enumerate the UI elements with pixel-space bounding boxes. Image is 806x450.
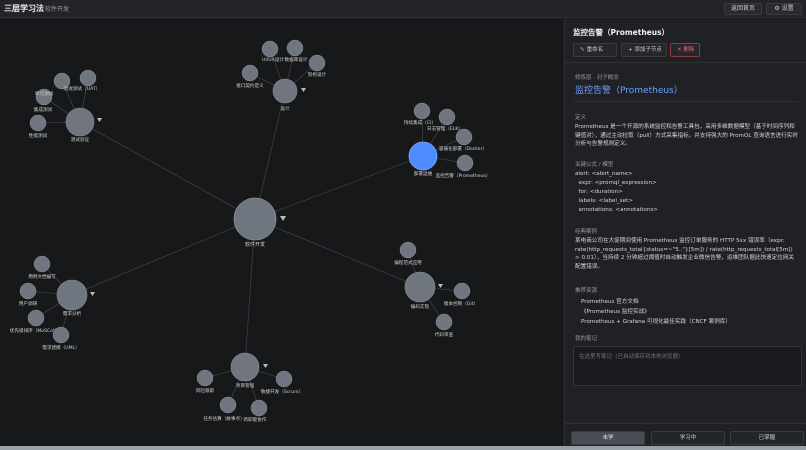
- svg-text:验收测试（UAT）: 验收测试（UAT）: [64, 85, 101, 92]
- delete-button[interactable]: ✕ 删除: [670, 43, 700, 57]
- graph-node-leaf[interactable]: 编程范式应用: [394, 241, 422, 266]
- svg-text:接口契约定义: 接口契约定义: [236, 82, 264, 89]
- svg-text:需求分析: 需求分析: [63, 310, 82, 317]
- knowledge-graph[interactable]: 软件开发 测试验证 设计 部署运维 需求分析 编码实现 项目管理 单元测试 验收…: [0, 19, 563, 450]
- svg-text:代码审查: 代码审查: [435, 331, 454, 338]
- resource-item[interactable]: 《Prometheus 监控实战》: [581, 307, 650, 315]
- svg-text:需求建模（UML）: 需求建模（UML）: [42, 344, 79, 351]
- graph-node-req-hub[interactable]: 需求分析: [56, 279, 95, 317]
- resource-item[interactable]: Prometheus + Grafana 可视化最佳实践（CNCF 案例库）: [581, 317, 731, 325]
- svg-text:敏捷开发（Scrum）: 敏捷开发（Scrum）: [261, 388, 303, 395]
- formula-line: expr: <promql_expression>: [575, 180, 657, 186]
- svg-text:版本控制（Git）: 版本控制（Git）: [444, 300, 478, 307]
- graph-node-deploy-hub[interactable]: 部署运维: [408, 141, 438, 177]
- svg-text:测试验证: 测试验证: [71, 136, 90, 143]
- svg-text:部署运维: 部署运维: [414, 170, 433, 177]
- node-level-label: 修炼层 · 对子概念: [575, 75, 619, 81]
- graph-node-leaf[interactable]: 敏捷开发（Scrum）: [261, 370, 303, 395]
- graph-node-leaf[interactable]: 单元测试: [35, 88, 54, 106]
- graph-node-leaf[interactable]: 用例文档编写: [28, 255, 56, 280]
- panel-header: 监控告警（Prometheus） ✎ 重命名 + 添加子节点 ✕ 删除: [565, 19, 806, 63]
- formula-label: 关键公式 / 模型: [575, 162, 614, 168]
- node-title: 监控告警（Prometheus）: [575, 86, 683, 96]
- graph-node-center[interactable]: 软件开发: [233, 197, 286, 248]
- svg-text:日志管理（ELK）: 日志管理（ELK）: [427, 125, 463, 132]
- svg-text:架构设计: 架构设计: [308, 71, 327, 78]
- top-bar: 三层学习法 软件开发 返回首页 ⚙ 设置: [0, 0, 806, 18]
- graph-node-leaf-selected[interactable]: 监控告警（Prometheus）: [436, 154, 491, 179]
- svg-text:容器化部署（Docker）: 容器化部署（Docker）: [439, 145, 487, 152]
- add-child-button[interactable]: + 添加子节点: [621, 43, 667, 57]
- svg-text:单元测试: 单元测试: [35, 90, 54, 97]
- graph-node-leaf[interactable]: 任务估算（故事点）: [203, 396, 245, 422]
- rename-button[interactable]: ✎ 重命名: [573, 43, 617, 57]
- case-text: 某电商公司在大促期间使用 Prometheus 监控订单服务的 HTTP 5xx…: [575, 238, 795, 271]
- svg-text:项目管理: 项目管理: [236, 382, 255, 389]
- graph-node-impl-hub[interactable]: 编码实现: [404, 271, 443, 310]
- graph-node-leaf[interactable]: 数据库设计: [285, 39, 308, 63]
- graph-node-leaf[interactable]: 架构设计: [308, 54, 327, 78]
- case-label: 经典案例: [575, 229, 598, 235]
- divider: [573, 101, 799, 102]
- svg-text:跨职能协作: 跨职能协作: [244, 416, 267, 423]
- delete-label: 删除: [683, 47, 695, 53]
- graph-node-leaf[interactable]: 集成测试: [34, 106, 53, 113]
- graph-node-leaf[interactable]: 版本控制（Git）: [444, 282, 478, 307]
- svg-text:监控告警（Prometheus）: 监控告警（Prometheus）: [436, 172, 491, 179]
- panel-title: 监控告警（Prometheus）: [573, 28, 670, 37]
- formula-line: alert: <alert_name>: [575, 171, 633, 177]
- svg-text:编码实现: 编码实现: [411, 303, 430, 310]
- graph-canvas[interactable]: 软件开发 测试验证 设计 部署运维 需求分析 编码实现 项目管理 单元测试 验收…: [0, 19, 563, 450]
- svg-text:设计: 设计: [280, 105, 290, 112]
- svg-text:软件开发: 软件开发: [245, 241, 265, 248]
- svg-text:集成测试: 集成测试: [34, 106, 53, 113]
- notes-textarea[interactable]: [573, 346, 802, 386]
- graph-node-pm-hub[interactable]: 项目管理: [230, 352, 268, 389]
- graph-node-leaf[interactable]: UI/UX设计: [261, 40, 284, 63]
- graph-node-leaf[interactable]: 接口契约定义: [236, 64, 264, 89]
- status-mastered-button[interactable]: 已掌握: [730, 431, 804, 445]
- graph-node-leaf[interactable]: 风险跟踪: [196, 369, 215, 394]
- svg-text:性能测试: 性能测试: [29, 132, 48, 139]
- svg-text:用例文档编写: 用例文档编写: [28, 273, 56, 280]
- graph-node-leaf[interactable]: 性能测试: [29, 114, 48, 139]
- graph-node-test-hub[interactable]: 测试验证: [65, 107, 102, 143]
- formula-line: for: <duration>: [575, 189, 623, 195]
- app-title: 三层学习法: [4, 4, 44, 13]
- status-learning-button[interactable]: 学习中: [651, 431, 725, 445]
- svg-text:UI/UX设计: UI/UX设计: [262, 56, 284, 63]
- notes-label: 我的笔记: [575, 336, 598, 342]
- graph-node-leaf[interactable]: 用户调研: [19, 282, 38, 307]
- formula-line: annotations: <annotations>: [575, 207, 658, 213]
- detail-panel: 监控告警（Prometheus） ✎ 重命名 + 添加子节点 ✕ 删除 修炼层 ·…: [564, 19, 806, 450]
- svg-text:风险跟踪: 风险跟踪: [196, 387, 215, 394]
- back-home-button[interactable]: 返回首页: [724, 3, 762, 15]
- graph-node-leaf[interactable]: 持续集成（CI）: [404, 102, 436, 126]
- svg-text:持续集成（CI）: 持续集成（CI）: [404, 119, 436, 126]
- resource-item[interactable]: Prometheus 官方文档: [581, 297, 639, 305]
- resources-label: 推荐资源: [575, 288, 598, 294]
- svg-text:编程范式应用: 编程范式应用: [394, 259, 422, 266]
- formula-line: labels: <label_set>: [575, 198, 633, 204]
- definition-text: Prometheus 是一个开源的系统监控和告警工具包，采用多维数据模型（基于时…: [575, 124, 798, 148]
- definition-label: 定义: [575, 115, 587, 121]
- rename-label: 重命名: [586, 47, 604, 53]
- graph-node-leaf[interactable]: 跨职能协作: [244, 399, 268, 423]
- svg-text:数据库设计: 数据库设计: [285, 56, 308, 63]
- pencil-icon: ✎: [580, 47, 585, 53]
- settings-button[interactable]: ⚙ 设置: [766, 3, 802, 15]
- graph-node-leaf[interactable]: 代码审查: [435, 313, 454, 338]
- svg-text:用户调研: 用户调研: [19, 300, 38, 307]
- breadcrumb: 软件开发: [45, 6, 70, 13]
- svg-text:任务估算（故事点）: 任务估算（故事点）: [203, 415, 244, 422]
- graph-node-design-hub[interactable]: 设计: [272, 78, 306, 112]
- graph-node-leaf[interactable]: 容器化部署（Docker）: [439, 128, 487, 152]
- status-unlearned-button[interactable]: 未学: [571, 431, 645, 445]
- bottom-scrollbar[interactable]: [0, 446, 806, 450]
